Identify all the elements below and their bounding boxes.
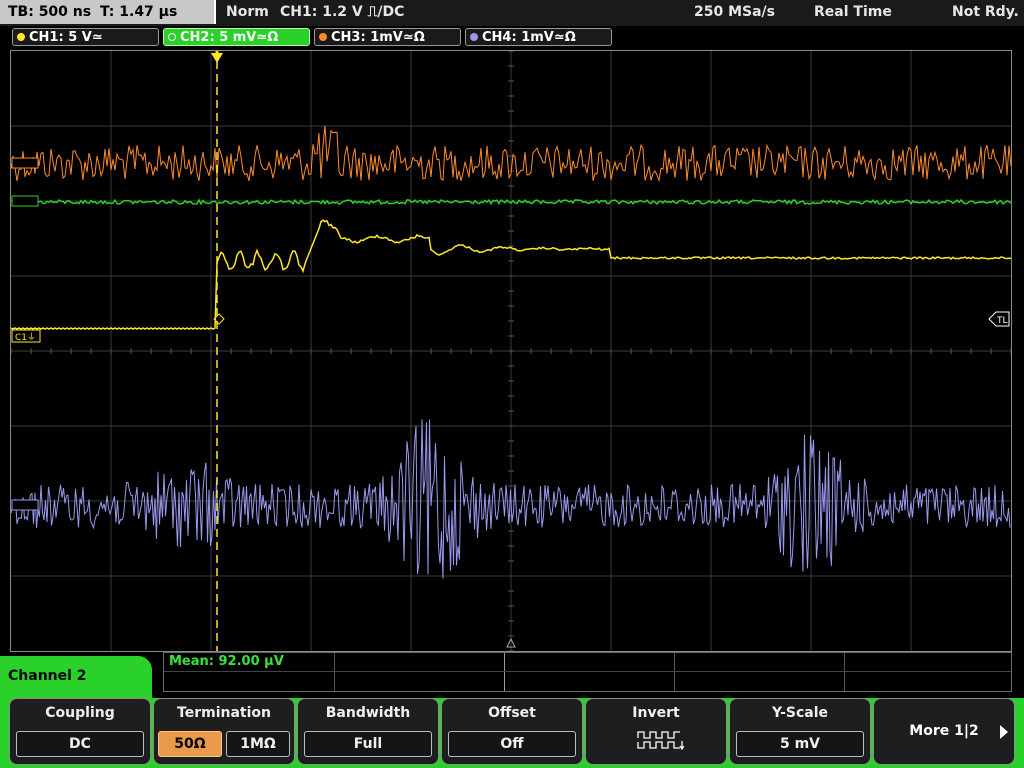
channel-tab-ch3[interactable]: CH3: 1mV≃Ω (314, 28, 461, 46)
timebase-value: TB: 500 ns (8, 4, 92, 20)
menu-title: Channel 2 (0, 656, 152, 701)
ch4-label: CH4: 1mV≃Ω (482, 30, 576, 45)
ch1-ground-label: C1⏚ (15, 332, 36, 343)
ch3-label: CH3: 1mV≃Ω (331, 30, 425, 45)
ch3-offset-marker (11, 157, 39, 169)
invert-title: Invert (632, 705, 680, 721)
bandwidth-softkey[interactable]: Bandwidth Full (297, 698, 439, 765)
bandwidth-value[interactable]: Full (304, 731, 432, 757)
trigger-state: Not Rdy. (952, 4, 1019, 20)
offset-softkey[interactable]: Offset Off (441, 698, 583, 765)
more-arrow-icon (1000, 725, 1008, 739)
coupling-softkey[interactable]: Coupling DC (9, 698, 151, 765)
ch4-color-dot (470, 33, 478, 41)
ch2-label: CH2: 5 mV≃Ω (180, 30, 279, 45)
offset-title: Offset (488, 705, 536, 721)
trigger-info[interactable]: CH1: 1.2 V ⎍/DC (280, 0, 404, 24)
offset-value[interactable]: Off (448, 731, 576, 757)
timebase-box[interactable]: TB: 500 ns T: 1.47 µs (0, 0, 216, 24)
measurement-mean: Mean: 92.00 µV (169, 654, 284, 669)
ch1-ground-marker: C1⏚ (11, 329, 41, 343)
ch3-color-dot (319, 33, 327, 41)
termination-title: Termination (177, 705, 271, 721)
termination-softkey[interactable]: Termination 50Ω 1MΩ (153, 698, 295, 765)
termination-50ohm-option[interactable]: 50Ω (158, 731, 222, 757)
channel-tab-ch1[interactable]: CH1: 5 V≃ (12, 28, 159, 46)
invert-softkey[interactable]: Invert (585, 698, 727, 765)
more-softkey[interactable]: More 1|2 (873, 698, 1015, 765)
ch4-offset-marker (11, 499, 39, 511)
coupling-value[interactable]: DC (16, 731, 144, 757)
trigger-mode[interactable]: Norm (226, 0, 269, 24)
bandwidth-title: Bandwidth (325, 705, 411, 721)
ch2-color-dot (168, 33, 176, 41)
trigger-time-value: T: 1.47 µs (100, 4, 178, 20)
yscale-softkey[interactable]: Y-Scale 5 mV (729, 698, 871, 765)
acquisition-mode: Real Time (814, 4, 892, 20)
termination-1mohm-option[interactable]: 1MΩ (226, 731, 290, 757)
channel-tab-ch4[interactable]: CH4: 1mV≃Ω (465, 28, 612, 46)
yscale-title: Y-Scale (771, 705, 828, 721)
invert-waveform-icon (637, 731, 684, 751)
ch1-label: CH1: 5 V≃ (29, 30, 103, 45)
waveform-canvas[interactable]: C1⏚ TL (11, 51, 1011, 651)
channel-tab-ch2[interactable]: CH2: 5 mV≃Ω (163, 28, 310, 46)
coupling-title: Coupling (45, 705, 115, 721)
graticule-grid (11, 51, 1011, 651)
trigger-level-label: TL (996, 316, 1008, 326)
measurement-area (163, 652, 1012, 692)
more-label: More 1|2 (909, 723, 979, 739)
ch1-color-dot (17, 33, 25, 41)
yscale-value[interactable]: 5 mV (736, 731, 864, 757)
ch2-offset-marker (11, 195, 39, 207)
sample-rate: 250 MSa/s (694, 4, 776, 20)
trigger-level-marker: TL (988, 311, 1010, 327)
